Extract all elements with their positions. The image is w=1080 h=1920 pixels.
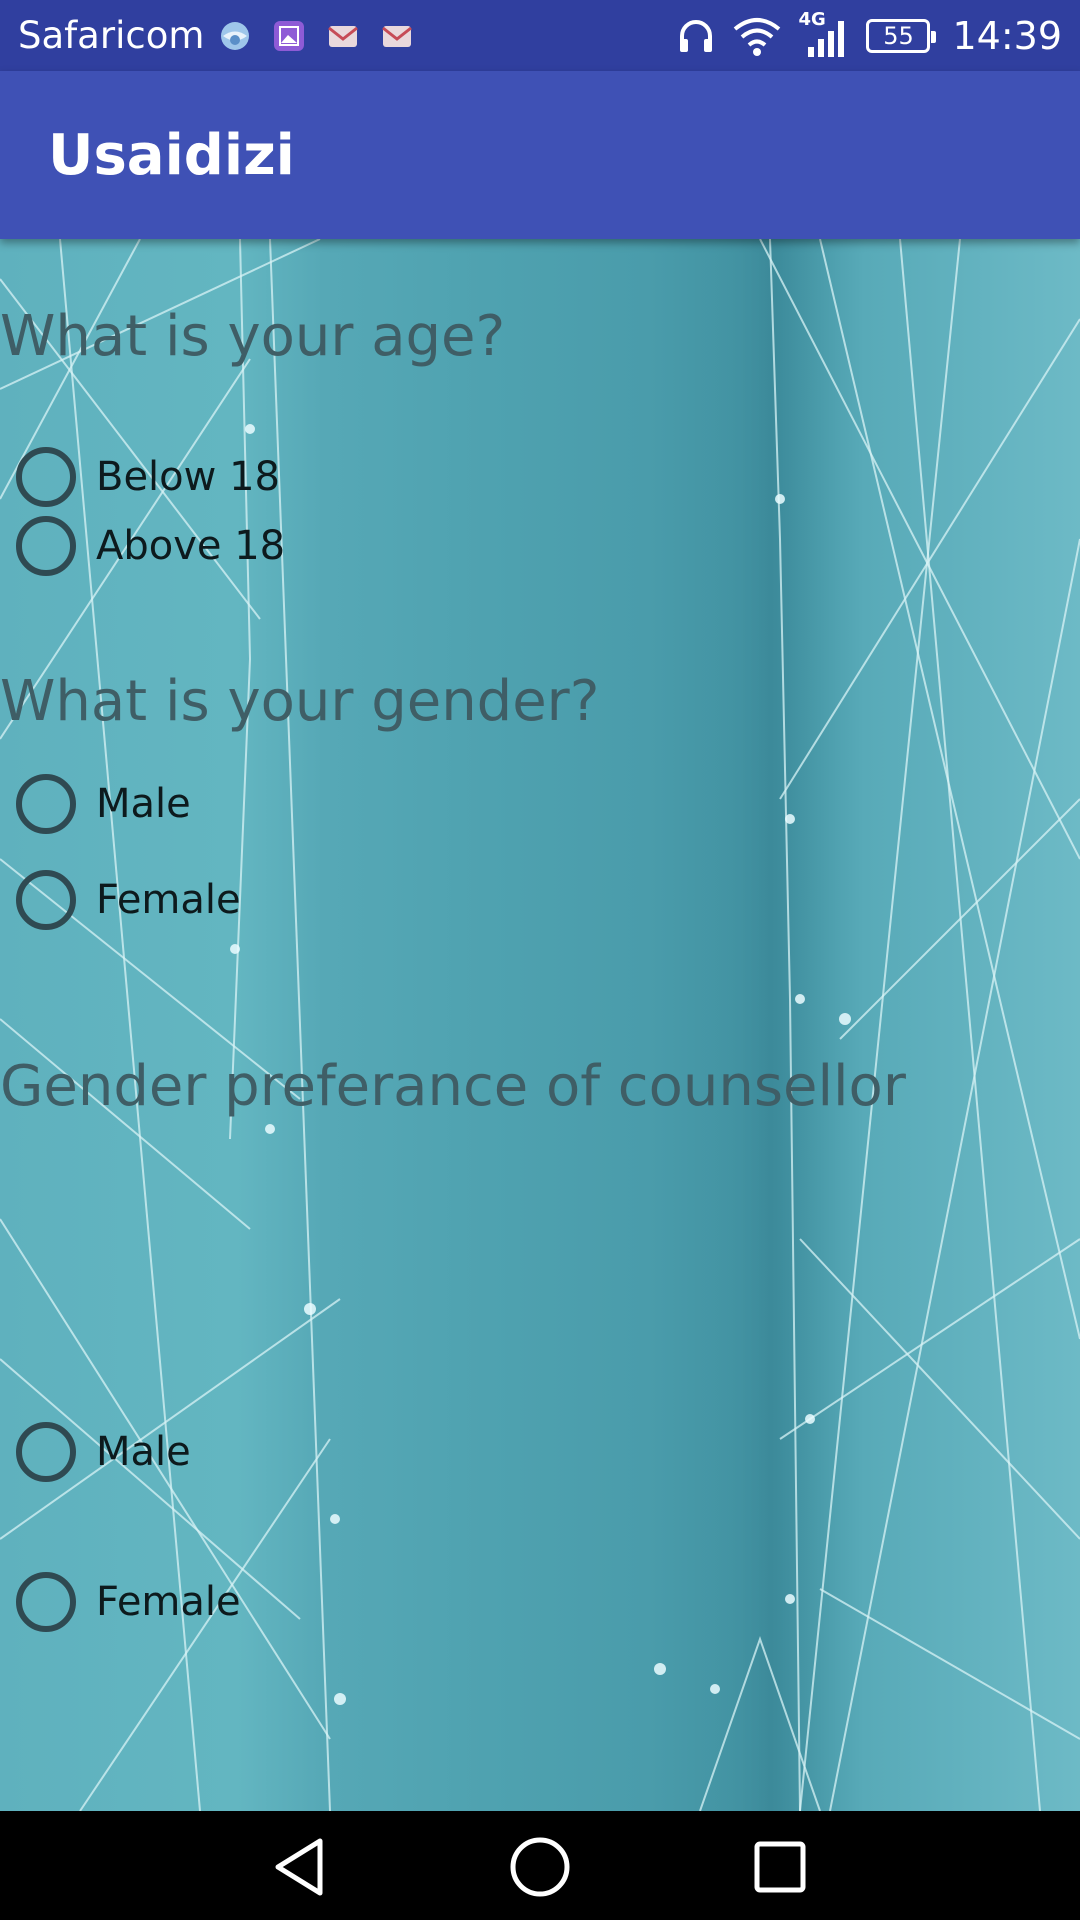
headphones-icon: [680, 19, 713, 52]
gender-question: What is your gender?: [0, 669, 600, 734]
battery-icon: 55: [866, 18, 937, 53]
gender-option-male[interactable]: Male: [16, 772, 191, 836]
home-icon[interactable]: [508, 1835, 572, 1899]
clock: 14:39: [952, 13, 1062, 58]
counsellor-option-male[interactable]: Male: [16, 1420, 191, 1484]
signal-indicator: 4G: [798, 9, 850, 59]
navigation-bar: [0, 1811, 1080, 1920]
gallery-icon: [274, 20, 305, 51]
signal-icon: [808, 20, 845, 57]
radio-button[interactable]: [16, 1572, 76, 1632]
battery-level: 55: [883, 21, 914, 50]
app-bar: Usaidizi: [0, 71, 1080, 239]
recents-icon[interactable]: [748, 1835, 812, 1899]
gmail-icon: [328, 25, 359, 47]
questionnaire-content[interactable]: What is your age? Below 18 Above 18 What…: [0, 239, 1080, 1811]
radio-button[interactable]: [16, 447, 76, 507]
back-icon[interactable]: [268, 1835, 332, 1899]
radio-button[interactable]: [16, 516, 76, 576]
radio-label: Male: [96, 1429, 191, 1475]
carrier-name: Safaricom: [18, 14, 205, 57]
radio-label: Below 18: [96, 454, 280, 500]
age-option-below-18[interactable]: Below 18: [16, 445, 280, 509]
counsellor-option-female[interactable]: Female: [16, 1570, 241, 1634]
age-question: What is your age?: [0, 304, 506, 369]
counsellor-preference-question: Gender preferance of counsellor: [0, 1054, 906, 1119]
radio-button[interactable]: [16, 774, 76, 834]
gender-option-female[interactable]: Female: [16, 868, 241, 932]
radio-label: Male: [96, 781, 191, 827]
radio-button[interactable]: [16, 1422, 76, 1482]
radio-label: Female: [96, 1579, 241, 1625]
status-bar: Safaricom 4G 55 14:39: [0, 0, 1080, 71]
wifi-icon: [734, 17, 781, 56]
gmail-icon: [382, 25, 413, 47]
radio-label: Female: [96, 877, 241, 923]
radio-label: Above 18: [96, 523, 286, 569]
app-title: Usaidizi: [48, 122, 295, 188]
radio-button[interactable]: [16, 870, 76, 930]
age-option-above-18[interactable]: Above 18: [16, 514, 285, 578]
globe-icon: [221, 21, 250, 50]
